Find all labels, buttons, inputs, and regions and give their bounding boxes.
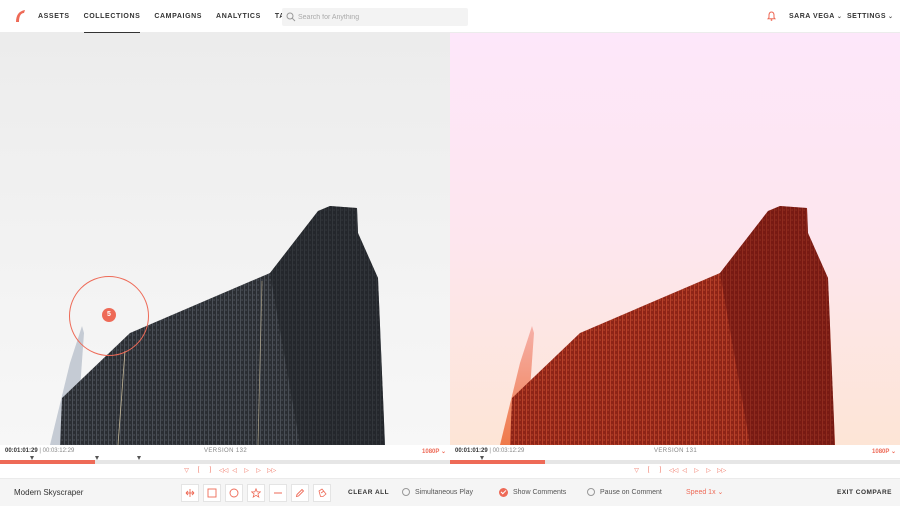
bracket-in-icon[interactable]: [ bbox=[195, 467, 202, 474]
show-comments-option[interactable]: Show Comments bbox=[499, 488, 566, 497]
progress-track[interactable] bbox=[0, 460, 450, 464]
circle-tool[interactable] bbox=[225, 484, 243, 502]
move-icon bbox=[185, 489, 195, 497]
eraser-icon bbox=[318, 488, 327, 497]
nav-analytics[interactable]: ANALYTICS bbox=[216, 0, 261, 33]
chevron-down-icon: ⌄ bbox=[717, 489, 724, 496]
time-readout: 00:01:01:29 | 00:03:12:29 bbox=[5, 448, 75, 454]
playback-marker-icon[interactable]: ▽ bbox=[183, 467, 190, 474]
resolution-selector[interactable]: 1080P ⌄ bbox=[422, 448, 446, 455]
play-icon[interactable]: ▷ bbox=[693, 467, 700, 474]
bell-icon[interactable] bbox=[767, 11, 776, 21]
show-comments-checkbox[interactable] bbox=[499, 488, 508, 497]
playback-controls: ▽ [ ] ◁◁ ◁ ▷ ▷ ▷▷ bbox=[633, 467, 726, 474]
search-box[interactable] bbox=[282, 8, 468, 26]
user-name: SARA VEGA bbox=[789, 13, 835, 20]
line-icon bbox=[274, 492, 282, 494]
step-forward-icon[interactable]: ▷▷ bbox=[717, 467, 726, 474]
comment-badge[interactable]: 5 bbox=[102, 308, 116, 322]
line-tool[interactable] bbox=[269, 484, 287, 502]
skyscraper-image bbox=[500, 206, 835, 445]
speed-selector[interactable]: Speed 1x ⌄ bbox=[686, 488, 723, 496]
frame-back-icon[interactable]: ◁ bbox=[681, 467, 688, 474]
pause-on-comment-radio[interactable] bbox=[587, 488, 595, 496]
left-timeline: 00:01:01:29 | 00:03:12:29 VERSION 132 10… bbox=[0, 445, 450, 477]
circle-icon bbox=[229, 488, 239, 498]
total-time: 00:03:12:29 bbox=[492, 448, 525, 454]
star-tool[interactable] bbox=[247, 484, 265, 502]
top-nav-bar: ASSETS COLLECTIONS CAMPAIGNS ANALYTICS T… bbox=[0, 0, 900, 33]
pause-on-comment-label: Pause on Comment bbox=[600, 488, 662, 496]
chevron-down-icon: ⌄ bbox=[890, 449, 896, 455]
progress-track[interactable] bbox=[450, 460, 900, 464]
pen-icon bbox=[295, 488, 305, 498]
frame-forward-icon[interactable]: ▷ bbox=[255, 467, 262, 474]
nav-collections[interactable]: COLLECTIONS bbox=[83, 0, 141, 33]
time-readout: 00:01:01:29 | 00:03:12:29 bbox=[455, 448, 525, 454]
main-nav: ASSETS COLLECTIONS CAMPAIGNS ANALYTICS T… bbox=[38, 0, 315, 33]
progress-fill bbox=[450, 460, 545, 464]
pen-tool[interactable] bbox=[291, 484, 309, 502]
simultaneous-play-label: Simultaneous Play bbox=[415, 488, 473, 496]
resolution-selector[interactable]: 1080P ⌄ bbox=[872, 448, 896, 455]
left-video-viewer[interactable]: 5 bbox=[0, 33, 450, 445]
bracket-out-icon[interactable]: ] bbox=[207, 467, 214, 474]
eraser-tool[interactable] bbox=[313, 484, 331, 502]
search-input[interactable] bbox=[298, 8, 463, 26]
playback-controls: ▽ [ ] ◁◁ ◁ ▷ ▷ ▷▷ bbox=[183, 467, 276, 474]
nav-assets[interactable]: ASSETS bbox=[38, 0, 70, 33]
exit-compare-button[interactable]: EXIT COMPARE bbox=[837, 489, 892, 496]
settings-label: SETTINGS bbox=[847, 13, 887, 20]
drawing-tools bbox=[181, 484, 331, 502]
chevron-down-icon: ⌄ bbox=[836, 14, 843, 20]
resolution-label: 1080P bbox=[872, 449, 890, 455]
frame-back-icon[interactable]: ◁ bbox=[231, 467, 238, 474]
rectangle-tool[interactable] bbox=[203, 484, 221, 502]
frame-forward-icon[interactable]: ▷ bbox=[705, 467, 712, 474]
pause-on-comment-option[interactable]: Pause on Comment bbox=[587, 488, 662, 496]
nav-campaigns[interactable]: CAMPAIGNS bbox=[154, 0, 202, 33]
star-icon bbox=[251, 488, 261, 498]
chevron-down-icon: ⌄ bbox=[888, 14, 894, 20]
right-video-viewer[interactable] bbox=[450, 33, 900, 445]
clear-all-button[interactable]: CLEAR ALL bbox=[348, 489, 389, 496]
current-time: 00:01:01:29 bbox=[5, 448, 38, 454]
step-forward-icon[interactable]: ▷▷ bbox=[267, 467, 276, 474]
show-comments-label: Show Comments bbox=[513, 489, 567, 496]
playback-marker-icon[interactable]: ▽ bbox=[633, 467, 640, 474]
move-tool[interactable] bbox=[181, 484, 199, 502]
simultaneous-play-option[interactable]: Simultaneous Play bbox=[402, 488, 473, 496]
annotation-toolbar: Modern Skyscraper CLEAR ALL Simultaneous… bbox=[0, 478, 900, 506]
right-timeline: 00:01:01:29 | 00:03:12:29 VERSION 131 10… bbox=[450, 445, 900, 477]
resolution-label: 1080P bbox=[422, 449, 440, 455]
version-label: VERSION 132 bbox=[204, 448, 248, 454]
skyscraper-image bbox=[50, 206, 385, 445]
user-menu[interactable]: SARA VEGA ⌄ bbox=[789, 0, 842, 34]
total-time: 00:03:12:29 bbox=[42, 448, 75, 454]
bracket-out-icon[interactable]: ] bbox=[657, 467, 664, 474]
speed-label: Speed 1x bbox=[686, 489, 716, 496]
current-time: 00:01:01:29 bbox=[455, 448, 488, 454]
progress-fill bbox=[0, 460, 95, 464]
step-back-icon[interactable]: ◁◁ bbox=[669, 467, 678, 474]
settings-menu[interactable]: SETTINGS ⌄ bbox=[847, 0, 894, 34]
brand-logo-icon[interactable] bbox=[14, 9, 26, 23]
simultaneous-play-radio[interactable] bbox=[402, 488, 410, 496]
bracket-in-icon[interactable]: [ bbox=[645, 467, 652, 474]
rectangle-icon bbox=[207, 488, 217, 498]
version-label: VERSION 131 bbox=[654, 448, 698, 454]
search-icon bbox=[286, 12, 296, 22]
play-icon[interactable]: ▷ bbox=[243, 467, 250, 474]
asset-name: Modern Skyscraper bbox=[14, 488, 84, 497]
step-back-icon[interactable]: ◁◁ bbox=[219, 467, 228, 474]
chevron-down-icon: ⌄ bbox=[440, 449, 446, 455]
